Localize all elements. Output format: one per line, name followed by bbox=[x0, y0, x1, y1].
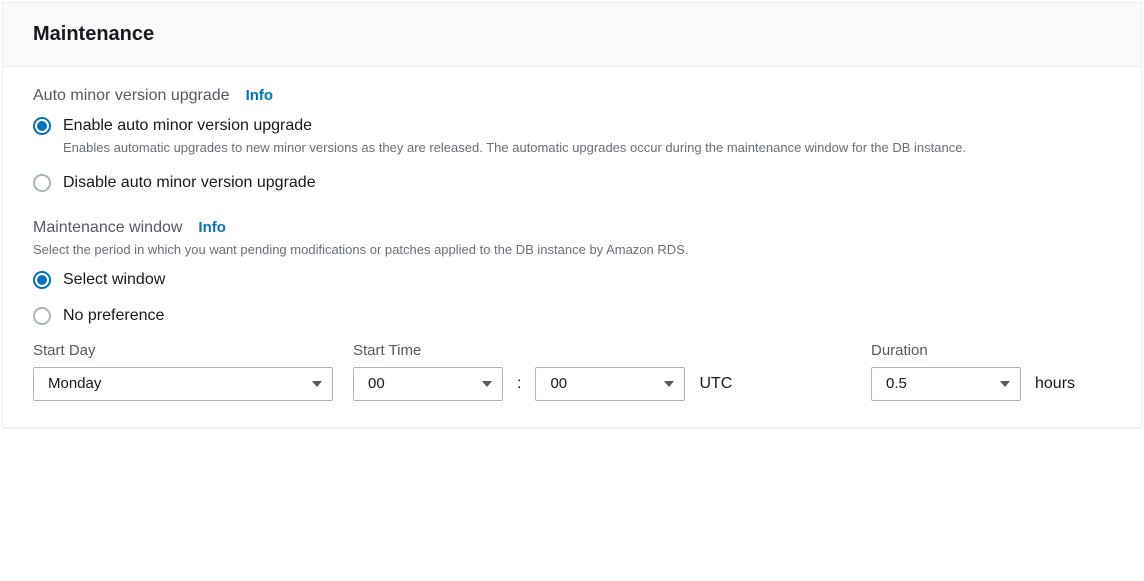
chevron-down-icon bbox=[482, 381, 492, 387]
radio-select-title: Select window bbox=[63, 269, 1111, 291]
maintenance-panel: Maintenance Auto minor version upgrade I… bbox=[2, 2, 1142, 428]
radio-icon bbox=[33, 307, 51, 325]
panel-body: Auto minor version upgrade Info Enable a… bbox=[3, 67, 1141, 427]
start-time-hour-select[interactable]: 00 bbox=[353, 367, 503, 401]
maint-window-label-row: Maintenance window Info bbox=[33, 219, 1111, 237]
radio-select-window[interactable]: Select window bbox=[33, 269, 1111, 291]
chevron-down-icon bbox=[664, 381, 674, 387]
timezone-label: UTC bbox=[699, 375, 732, 393]
radio-disable-content: Disable auto minor version upgrade bbox=[63, 172, 1111, 194]
radio-icon bbox=[33, 271, 51, 289]
start-time-minute-select[interactable]: 00 bbox=[535, 367, 685, 401]
radio-enable-auto-upgrade[interactable]: Enable auto minor version upgrade Enable… bbox=[33, 115, 1111, 158]
start-time-minute-value: 00 bbox=[550, 375, 567, 392]
radio-no-preference[interactable]: No preference bbox=[33, 305, 1111, 327]
radio-nopref-content: No preference bbox=[63, 305, 1111, 327]
start-time-label: Start Time bbox=[353, 342, 851, 359]
radio-select-content: Select window bbox=[63, 269, 1111, 291]
radio-disable-title: Disable auto minor version upgrade bbox=[63, 172, 1111, 194]
maint-window-info-link[interactable]: Info bbox=[198, 219, 226, 236]
radio-icon bbox=[33, 117, 51, 135]
duration-label: Duration bbox=[871, 342, 1111, 359]
radio-icon bbox=[33, 174, 51, 192]
radio-enable-title: Enable auto minor version upgrade bbox=[63, 115, 1111, 137]
radio-enable-content: Enable auto minor version upgrade Enable… bbox=[63, 115, 1111, 158]
start-time-row: 00 : 00 UTC bbox=[353, 367, 851, 401]
maint-window-label: Maintenance window bbox=[33, 219, 182, 237]
auto-upgrade-label-row: Auto minor version upgrade Info bbox=[33, 87, 1111, 105]
radio-enable-desc: Enables automatic upgrades to new minor … bbox=[63, 139, 1111, 158]
start-day-select[interactable]: Monday bbox=[33, 367, 333, 401]
start-time-hour-value: 00 bbox=[368, 375, 385, 392]
panel-header: Maintenance bbox=[3, 3, 1141, 67]
window-controls-row: Start Day Monday Start Time 00 : 00 bbox=[33, 342, 1111, 401]
start-day-label: Start Day bbox=[33, 342, 333, 359]
maint-window-desc: Select the period in which you want pend… bbox=[33, 241, 1111, 259]
chevron-down-icon bbox=[1000, 381, 1010, 387]
chevron-down-icon bbox=[312, 381, 322, 387]
radio-nopref-title: No preference bbox=[63, 305, 1111, 327]
panel-title: Maintenance bbox=[33, 23, 1111, 46]
start-time-group: Start Time 00 : 00 UTC bbox=[353, 342, 851, 401]
auto-upgrade-label: Auto minor version upgrade bbox=[33, 87, 230, 105]
start-day-value: Monday bbox=[48, 375, 101, 392]
radio-disable-auto-upgrade[interactable]: Disable auto minor version upgrade bbox=[33, 172, 1111, 194]
auto-upgrade-info-link[interactable]: Info bbox=[246, 87, 274, 104]
duration-row: 0.5 hours bbox=[871, 367, 1111, 401]
time-separator: : bbox=[517, 375, 521, 393]
hours-suffix: hours bbox=[1035, 375, 1075, 393]
duration-group: Duration 0.5 hours bbox=[871, 342, 1111, 401]
start-day-group: Start Day Monday bbox=[33, 342, 333, 401]
duration-select[interactable]: 0.5 bbox=[871, 367, 1021, 401]
auto-upgrade-section: Auto minor version upgrade Info Enable a… bbox=[33, 87, 1111, 195]
maintenance-window-section: Maintenance window Info Select the perio… bbox=[33, 219, 1111, 328]
duration-value: 0.5 bbox=[886, 375, 907, 392]
